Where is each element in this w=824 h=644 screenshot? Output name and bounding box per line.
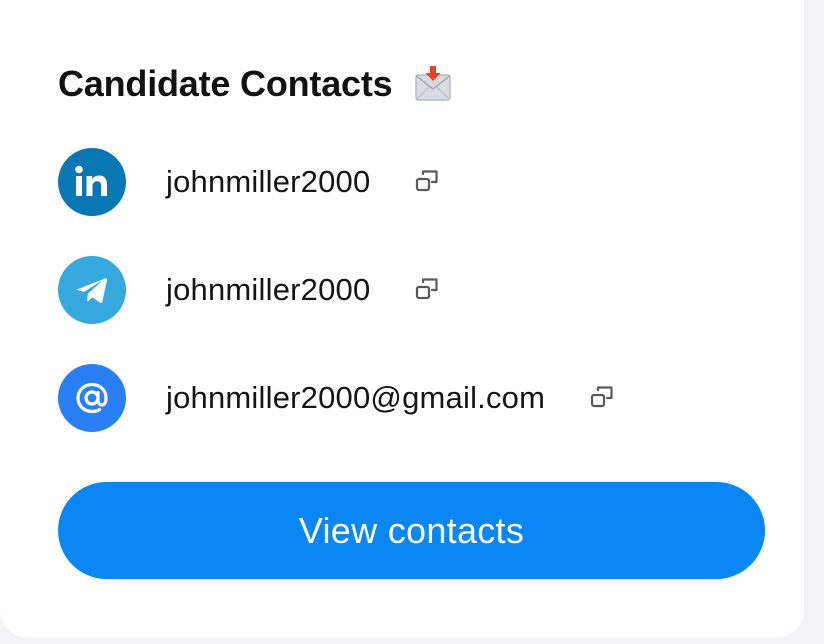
linkedin-icon[interactable] (58, 148, 126, 216)
telegram-username: johnmiller2000 (166, 272, 371, 307)
contact-row-email: johnmiller2000@gmail.com (58, 364, 619, 432)
card-title: Candidate Contacts (58, 63, 393, 104)
copy-icon[interactable] (585, 381, 619, 415)
copy-icon[interactable] (410, 273, 444, 307)
envelope-with-arrow-icon (414, 65, 452, 103)
copy-icon[interactable] (410, 165, 444, 199)
at-sign-icon[interactable] (58, 364, 126, 432)
linkedin-username: johnmiller2000 (166, 164, 371, 199)
candidate-contacts-card: Candidate Contacts johnmiller2000 johnmi… (0, 0, 804, 638)
contact-row-telegram: johnmiller2000 (58, 256, 444, 324)
email-address: johnmiller2000@gmail.com (166, 380, 546, 415)
card-header: Candidate Contacts (58, 58, 452, 110)
view-contacts-button[interactable]: View contacts (58, 482, 765, 579)
page: Candidate Contacts johnmiller2000 johnmi… (0, 0, 824, 644)
contact-row-linkedin: johnmiller2000 (58, 148, 444, 216)
telegram-icon[interactable] (58, 256, 126, 324)
